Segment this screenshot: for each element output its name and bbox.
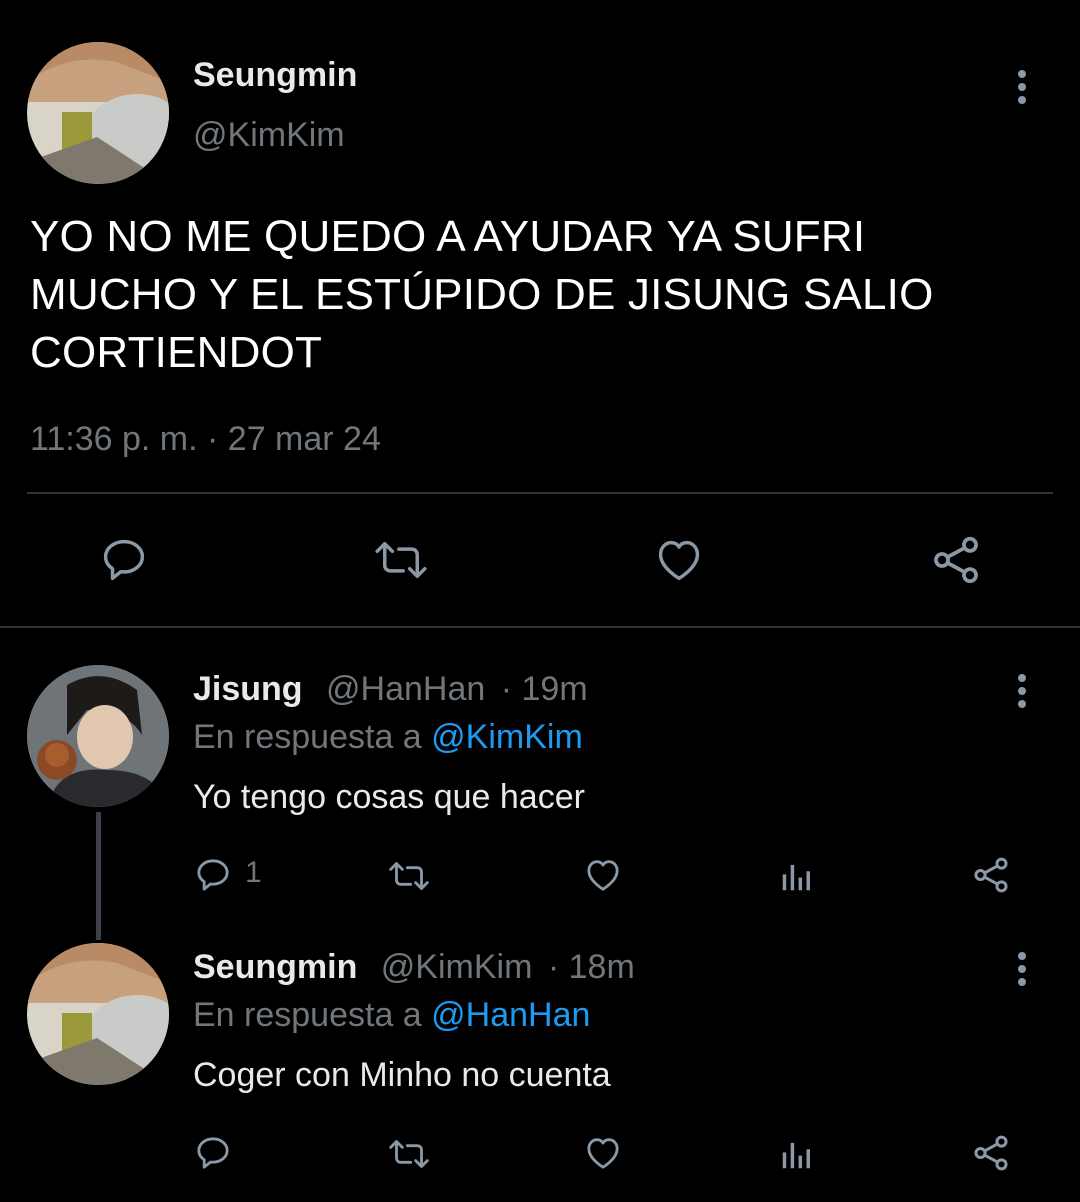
reply-time[interactable]: · 19m: [501, 670, 588, 708]
more-options-icon[interactable]: [1012, 952, 1032, 986]
like-icon[interactable]: [582, 1133, 624, 1173]
share-icon[interactable]: [928, 532, 984, 588]
tweet-text: YO NO ME QUEDO A AYUDAR YA SUFRI MUCHO Y…: [30, 212, 934, 377]
reply-time[interactable]: · 18m: [548, 948, 635, 986]
like-icon[interactable]: [652, 534, 706, 586]
reply-icon[interactable]: [98, 534, 150, 586]
share-icon[interactable]: [970, 854, 1012, 896]
like-icon[interactable]: [582, 855, 624, 895]
author-name[interactable]: Seungmin: [193, 56, 357, 95]
divider: [0, 626, 1080, 628]
replying-to: En respuesta a @HanHan: [193, 996, 590, 1035]
reply-icon[interactable]: [193, 1133, 233, 1173]
replying-to-mention[interactable]: @KimKim: [431, 718, 583, 756]
retweet-icon[interactable]: [370, 534, 432, 586]
share-icon[interactable]: [970, 1132, 1012, 1174]
reply-text: Yo tengo cosas que hacer: [193, 778, 585, 816]
reply-author-avatar[interactable]: [27, 665, 169, 807]
reply-text: Coger con Minho no cuenta: [193, 1056, 611, 1094]
tweet-timestamp[interactable]: 11:36 p. m. · 27 mar 24: [30, 420, 381, 459]
divider: [27, 492, 1053, 494]
analytics-icon[interactable]: [778, 856, 816, 896]
thread-connector: [96, 812, 101, 940]
author-handle[interactable]: @KimKim: [193, 116, 345, 155]
more-options-icon[interactable]: [1012, 70, 1032, 104]
reply-author-name[interactable]: Jisung: [193, 670, 303, 708]
more-options-icon[interactable]: [1012, 674, 1032, 708]
reply-header: Seungmin @KimKim · 18m: [193, 948, 635, 987]
replying-to-label: En respuesta a: [193, 718, 432, 756]
reply-header: Jisung @HanHan · 19m: [193, 670, 588, 709]
reply-icon[interactable]: [193, 855, 233, 895]
analytics-icon[interactable]: [778, 1134, 816, 1174]
reply-author-handle[interactable]: @HanHan: [326, 670, 485, 708]
retweet-icon[interactable]: [385, 856, 433, 896]
reply-author-handle[interactable]: @KimKim: [381, 948, 533, 986]
replying-to: En respuesta a @KimKim: [193, 718, 583, 757]
reply-author-name[interactable]: Seungmin: [193, 948, 357, 986]
tweet-detail-screen: Seungmin @KimKim YO NO ME QUEDO A AYUDAR…: [0, 0, 1080, 1202]
retweet-icon[interactable]: [385, 1134, 433, 1174]
reply-count: 1: [245, 856, 262, 889]
replying-to-label: En respuesta a: [193, 996, 432, 1034]
reply-author-avatar[interactable]: [27, 943, 169, 1085]
author-avatar[interactable]: [27, 42, 169, 184]
replying-to-mention[interactable]: @HanHan: [431, 996, 590, 1034]
